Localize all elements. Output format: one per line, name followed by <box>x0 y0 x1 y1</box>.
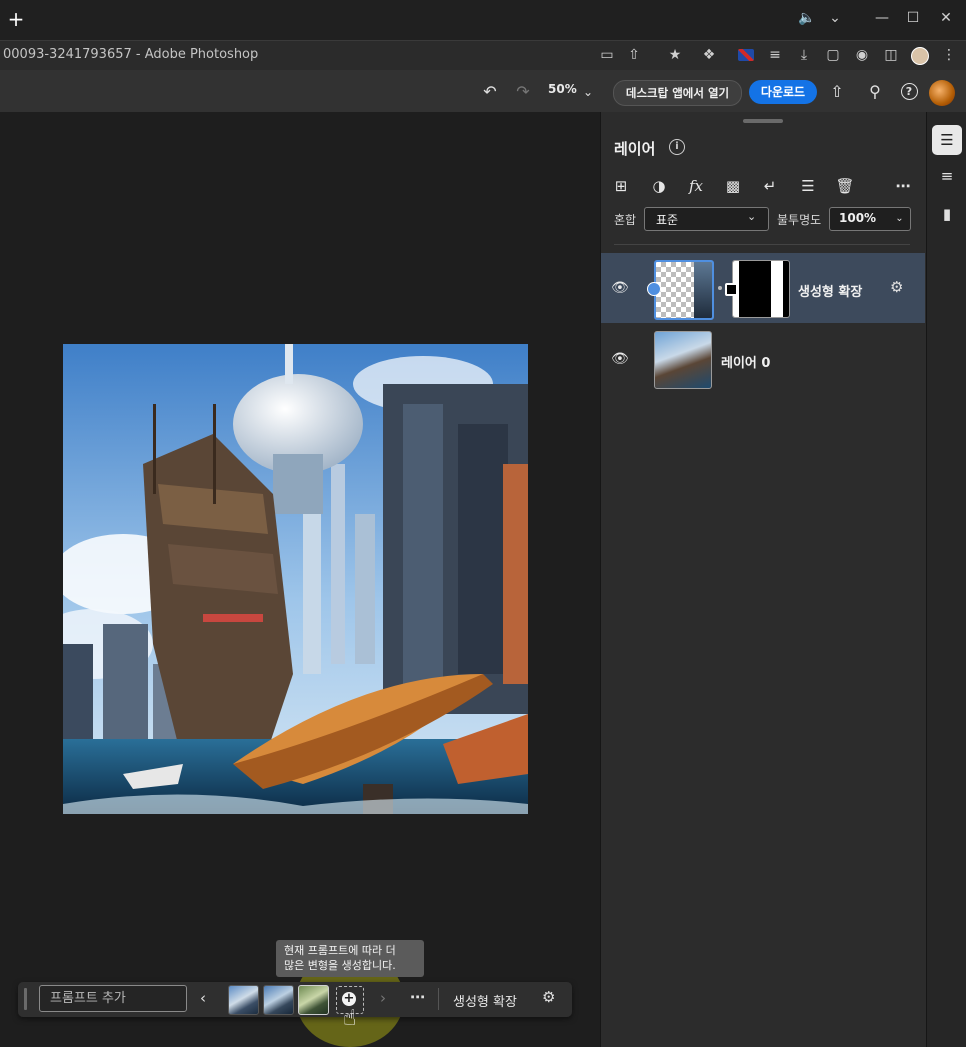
chevron-down-icon[interactable]: ⌄ <box>747 210 756 223</box>
eye-visibility-icon[interactable]: 👁 <box>611 351 629 367</box>
open-desktop-app-button[interactable]: 데스크탑 앱에서 열기 <box>613 80 742 106</box>
layer-name[interactable]: 생성형 확장 <box>798 281 862 300</box>
fx-effects-icon[interactable]: fx <box>685 176 707 196</box>
sidebar-toggle-icon[interactable]: ◫ <box>880 45 902 65</box>
layer-properties-sliders-icon[interactable]: ⚙ <box>890 278 903 296</box>
settings-sliders-icon[interactable]: ⚙ <box>542 988 555 1006</box>
layer-mask-thumbnail[interactable] <box>732 260 790 318</box>
zoom-level[interactable]: 50% <box>548 82 577 96</box>
plus-icon: + <box>342 991 356 1006</box>
mask-icon[interactable]: ▩ <box>722 176 744 196</box>
layers-panel-icon[interactable]: ☰ <box>932 125 962 155</box>
layer-stack-icon[interactable]: ☰ <box>797 176 819 196</box>
chevron-down-icon[interactable]: ⌄ <box>823 6 847 30</box>
download-button[interactable]: 다운로드 <box>749 80 817 104</box>
share-icon[interactable]: ⇧ <box>623 45 645 65</box>
prompt-input[interactable] <box>39 985 187 1012</box>
language-flag-icon[interactable] <box>735 45 757 65</box>
share-upload-icon[interactable]: ⇧ <box>826 81 848 103</box>
reading-list-icon[interactable]: ≡ <box>764 45 786 65</box>
zoom-chevron-down-icon[interactable]: ⌄ <box>580 81 596 103</box>
layer-name[interactable]: 레이어 0 <box>721 352 770 371</box>
mask-link-icon[interactable] <box>725 283 738 296</box>
downloads-icon[interactable]: ⤓ <box>793 45 815 65</box>
blend-mode-value: 표준 <box>656 213 679 227</box>
extensions-icon[interactable]: ❖ <box>698 45 720 65</box>
layer-thumbnail[interactable] <box>654 260 714 320</box>
tooltip-line: 많은 변형을 생성합니다. <box>284 959 396 972</box>
minimize-button[interactable]: — <box>870 6 894 30</box>
comments-icon[interactable]: ▮ <box>932 199 962 229</box>
tooltip: 현재 프롬프트에 따라 더 많은 변형을 생성합니다. <box>276 940 424 977</box>
profile-avatar[interactable] <box>909 45 931 65</box>
adjustments-sliders-icon[interactable]: ≡ <box>932 161 962 191</box>
close-window-button[interactable]: ✕ <box>934 6 958 30</box>
variant-thumbnail-selected[interactable] <box>298 985 329 1015</box>
panel-title: 레이어 <box>614 140 656 158</box>
screen-capture-icon[interactable]: ▢ <box>822 45 844 65</box>
divider <box>438 988 439 1010</box>
undo-icon[interactable]: ↶ <box>479 81 501 103</box>
screenshot-icon[interactable]: ◉ <box>851 45 873 65</box>
add-layer-icon[interactable]: ⊞ <box>610 176 632 196</box>
hand-cursor-icon: ☝ <box>343 1006 357 1031</box>
eye-visibility-icon[interactable]: 👁 <box>611 280 629 296</box>
tooltip-line: 현재 프롬프트에 따라 더 <box>284 944 396 957</box>
link-dot <box>718 286 722 290</box>
maximize-button[interactable]: ☐ <box>901 6 925 30</box>
adjustment-layer-icon[interactable]: ◑ <box>648 176 670 196</box>
user-avatar[interactable] <box>929 80 955 106</box>
next-variant-chevron-icon[interactable]: › <box>380 989 386 1007</box>
variant-thumbnail[interactable] <box>228 985 259 1015</box>
search-icon[interactable]: ⚲ <box>864 81 886 103</box>
more-options-icon[interactable]: ⋯ <box>410 988 425 1006</box>
info-icon[interactable]: i <box>669 139 685 155</box>
blend-mode-label: 혼합 <box>614 213 637 227</box>
previous-variant-chevron-icon[interactable]: ‹ <box>200 989 206 1007</box>
taskbar-drag-handle[interactable] <box>24 988 27 1010</box>
install-app-icon[interactable]: ▭ <box>596 45 618 65</box>
generative-expand-label[interactable]: 생성형 확장 <box>453 991 517 1010</box>
trash-icon[interactable]: 🗑 <box>834 176 856 196</box>
volume-icon[interactable]: 🔈 <box>795 6 819 30</box>
clipping-mask-icon[interactable]: ↵ <box>759 176 781 196</box>
more-options-icon[interactable]: ⋯ <box>892 176 914 196</box>
layer-thumbnail[interactable] <box>654 331 712 389</box>
favorite-star-icon[interactable]: ★ <box>664 45 686 65</box>
window-title-strip <box>0 0 966 40</box>
panel-drag-handle[interactable] <box>743 119 783 123</box>
new-tab-button[interactable]: + <box>6 9 26 29</box>
right-tool-rail <box>926 112 966 1047</box>
divider <box>614 244 910 245</box>
variant-thumbnail[interactable] <box>263 985 294 1015</box>
page-title[interactable]: 00093-3241793657 - Adobe Photoshop <box>3 47 258 62</box>
artwork-image[interactable] <box>63 344 528 814</box>
opacity-label: 불투명도 <box>777 213 822 227</box>
artwork-illustration <box>63 344 528 814</box>
opacity-value: 100% <box>839 211 877 225</box>
browser-menu-icon[interactable]: ⋮ <box>938 45 960 65</box>
opacity-dropdown-chevron-icon[interactable]: ⌄ <box>889 207 911 231</box>
help-icon[interactable]: ? <box>898 81 920 103</box>
generative-badge-icon <box>647 282 661 296</box>
redo-icon[interactable]: ↷ <box>512 81 534 103</box>
